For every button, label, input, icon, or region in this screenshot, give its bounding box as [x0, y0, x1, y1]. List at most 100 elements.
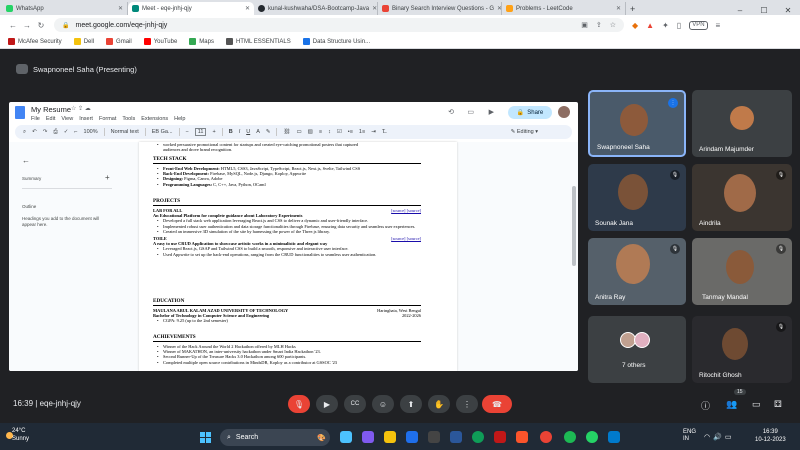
bookmark-youtube[interactable]: YouTube: [143, 38, 177, 45]
indent-icon[interactable]: ⇥: [371, 129, 376, 135]
link-icon[interactable]: ⛓: [283, 129, 290, 135]
end-call-button[interactable]: ☎: [482, 395, 512, 413]
others-tile[interactable]: 7 others: [588, 316, 686, 383]
share-button[interactable]: 🔒 Share: [508, 106, 552, 119]
numbered-list-icon[interactable]: 1≡: [359, 129, 365, 135]
bullet-list-icon[interactable]: •≡: [348, 129, 353, 135]
windows-start-icon[interactable]: [200, 432, 211, 443]
extension-icon[interactable]: ◆: [632, 21, 638, 30]
back-arrow-icon[interactable]: ←: [22, 156, 30, 165]
captions-button[interactable]: CC: [344, 395, 366, 413]
minimize-icon[interactable]: –: [728, 6, 752, 15]
menu-insert[interactable]: Insert: [79, 116, 93, 122]
raise-hand-button[interactable]: ✋: [428, 395, 450, 413]
doc-scrollbar[interactable]: [572, 186, 576, 266]
tab-leetcode[interactable]: Problems - LeetCode ✕: [502, 2, 626, 15]
clear-format-icon[interactable]: T̶: [382, 129, 385, 135]
star-icon[interactable]: ☆ ⇪ ☁: [71, 105, 91, 112]
undo-icon[interactable]: ↶: [32, 129, 37, 135]
whatsapp-icon[interactable]: [586, 431, 598, 443]
participant-tile[interactable]: 🎙 Ritochit Ghosh: [692, 316, 792, 383]
extension-icon[interactable]: ▲: [646, 21, 654, 30]
paint-format-icon[interactable]: ⌐: [74, 129, 77, 135]
taskbar-clock[interactable]: 16:39 10-12-2023: [755, 428, 786, 444]
bookmark-mcafee[interactable]: McAfee Security: [8, 38, 62, 45]
mic-toggle-button[interactable]: 🎙: [288, 395, 310, 413]
menu-format[interactable]: Format: [99, 116, 116, 122]
mcafee-icon[interactable]: [494, 431, 506, 443]
info-icon[interactable]: ⓘ: [701, 399, 710, 412]
reload-icon[interactable]: ↻: [34, 21, 48, 30]
highlight-icon[interactable]: ✎: [266, 129, 271, 135]
participant-tile[interactable]: ⋮ Swapnoneel Saha: [588, 90, 686, 157]
back-icon[interactable]: ←: [6, 21, 20, 30]
line-spacing-icon[interactable]: ↕: [328, 129, 331, 135]
project-links[interactable]: [source] [source]: [391, 208, 421, 213]
font-select[interactable]: EB Ga...: [152, 129, 173, 135]
teams-icon[interactable]: [362, 431, 374, 443]
close-icon[interactable]: ✕: [494, 5, 501, 12]
maximize-icon[interactable]: ☐: [752, 6, 776, 15]
menu-icon[interactable]: ≡: [716, 21, 721, 30]
participant-tile[interactable]: 🎙 Anitra Ray: [588, 238, 686, 305]
redo-icon[interactable]: ↷: [43, 129, 48, 135]
history-icon[interactable]: ⟲: [448, 108, 454, 116]
chrome-icon[interactable]: [540, 431, 552, 443]
dell-icon[interactable]: [428, 431, 440, 443]
spellcheck-icon[interactable]: ✓: [64, 129, 69, 135]
bookmark-data-structure[interactable]: Data Structure Usin...: [302, 38, 370, 45]
print-icon[interactable]: ⎙: [53, 129, 57, 136]
camera-toggle-button[interactable]: ▶: [316, 395, 338, 413]
tab-meet[interactable]: Meet - eqe-jnhj-qjy ✕: [128, 2, 254, 15]
doc-title[interactable]: My Resume: [31, 105, 71, 114]
avatar[interactable]: [558, 106, 570, 118]
font-size-input[interactable]: 11: [194, 128, 207, 136]
system-tray[interactable]: ◠🔊▭: [704, 433, 734, 441]
doc-page[interactable]: worked persuasive promotional content fo…: [139, 142, 457, 371]
text-color-icon[interactable]: A: [256, 129, 260, 135]
close-icon[interactable]: ✕: [242, 5, 250, 12]
add-summary-icon[interactable]: +: [105, 173, 110, 182]
people-icon[interactable]: 👥: [726, 399, 737, 410]
weather-widget[interactable]: 24°C Sunny: [12, 427, 29, 443]
share-page-icon[interactable]: ⇪: [596, 21, 602, 29]
italic-icon[interactable]: I: [239, 129, 241, 135]
image-icon[interactable]: ▨: [308, 129, 313, 135]
camera-permission-icon[interactable]: ▣: [581, 21, 588, 29]
participant-tile[interactable]: Arindam Majumder: [692, 90, 792, 157]
edge-icon[interactable]: [472, 431, 484, 443]
comment-add-icon[interactable]: ▭: [296, 129, 301, 135]
tab-github[interactable]: kunal-kushwaha/DSA-Bootcamp-Java ✕: [254, 2, 378, 15]
taskbar-search[interactable]: ⌕ Search 🎨: [220, 429, 330, 446]
font-size-increase[interactable]: +: [212, 129, 215, 135]
sidebar-icon[interactable]: ▯: [677, 21, 681, 30]
brave-icon[interactable]: [516, 431, 528, 443]
chat-icon[interactable]: ▭: [752, 399, 761, 410]
font-size-decrease[interactable]: −: [186, 129, 189, 135]
search-icon[interactable]: ⌕: [23, 129, 26, 136]
editing-mode-select[interactable]: ✎ Editing ▾: [511, 129, 538, 135]
vpn-badge[interactable]: VPN: [689, 20, 708, 30]
participant-tile[interactable]: 🎙 Sounak Jana: [588, 164, 686, 231]
align-icon[interactable]: ≡: [319, 129, 322, 135]
url-field[interactable]: 🔒 meet.google.com/eqe-jnhj-qjy ▣ ⇪ ☆: [54, 18, 624, 32]
menu-file[interactable]: File: [31, 116, 40, 122]
reactions-button[interactable]: ☺: [372, 395, 394, 413]
checklist-icon[interactable]: ☑: [337, 129, 342, 135]
close-window-icon[interactable]: ✕: [776, 6, 800, 15]
more-options-button[interactable]: ⋮: [456, 395, 478, 413]
close-icon[interactable]: ✕: [613, 5, 621, 12]
tab-binary-search[interactable]: Binary Search Interview Questions - G ✕: [378, 2, 502, 15]
forward-icon[interactable]: →: [20, 21, 34, 30]
mail-icon[interactable]: [450, 431, 462, 443]
copilot-icon[interactable]: [340, 431, 352, 443]
store-icon[interactable]: [406, 431, 418, 443]
underline-icon[interactable]: U: [246, 129, 250, 135]
menu-help[interactable]: Help: [174, 116, 185, 122]
bookmark-gmail[interactable]: Gmail: [106, 38, 132, 45]
project-links[interactable]: [source] [source]: [391, 236, 421, 241]
menu-edit[interactable]: Edit: [46, 116, 55, 122]
bookmark-maps[interactable]: Maps: [189, 38, 214, 45]
participant-tile[interactable]: 🎙 Aindrila: [692, 164, 792, 231]
file-explorer-icon[interactable]: [384, 431, 396, 443]
